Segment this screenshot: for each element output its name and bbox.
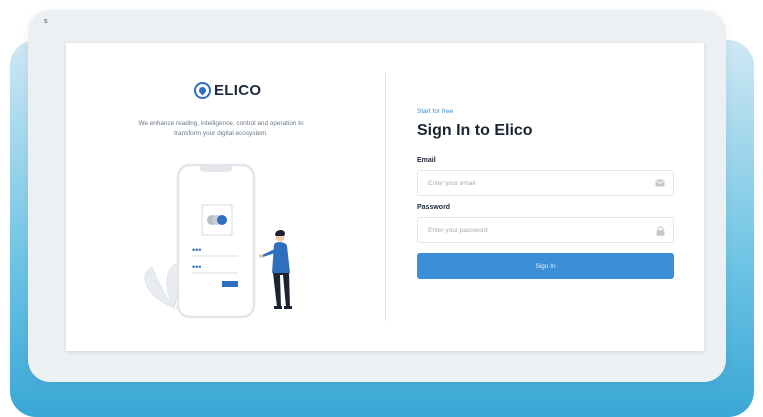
brand-tagline: We enhance reading, intelligence, contro… xyxy=(138,120,304,137)
password-input-wrapper xyxy=(417,217,674,243)
login-card: ELICO We enhance reading, intelligence, … xyxy=(66,43,704,351)
email-field[interactable] xyxy=(418,171,673,195)
start-free-kicker: Start for free xyxy=(417,108,454,115)
pin-dots-1: ••• xyxy=(192,245,201,255)
envelope-icon xyxy=(655,179,665,187)
elico-logo-icon xyxy=(194,82,211,99)
lock-icon xyxy=(656,226,665,236)
panel-divider xyxy=(385,73,386,321)
pin-dots-2: ••• xyxy=(192,262,201,272)
password-field[interactable] xyxy=(418,218,673,242)
phone-outline xyxy=(176,163,256,319)
phone-button-graphic xyxy=(222,281,238,287)
person-figure xyxy=(259,229,292,309)
brand-logo: ELICO xyxy=(194,82,261,99)
phone-login-illustration: ••• ••• xyxy=(144,163,292,319)
email-label: Email xyxy=(417,157,436,164)
page-title: Sign In to Elico xyxy=(417,122,533,139)
email-input-wrapper xyxy=(417,170,674,196)
corner-mark: s xyxy=(44,18,48,25)
brand-name: ELICO xyxy=(214,82,262,99)
password-label: Password xyxy=(417,204,451,211)
sign-in-button[interactable]: Sign In xyxy=(417,253,674,279)
